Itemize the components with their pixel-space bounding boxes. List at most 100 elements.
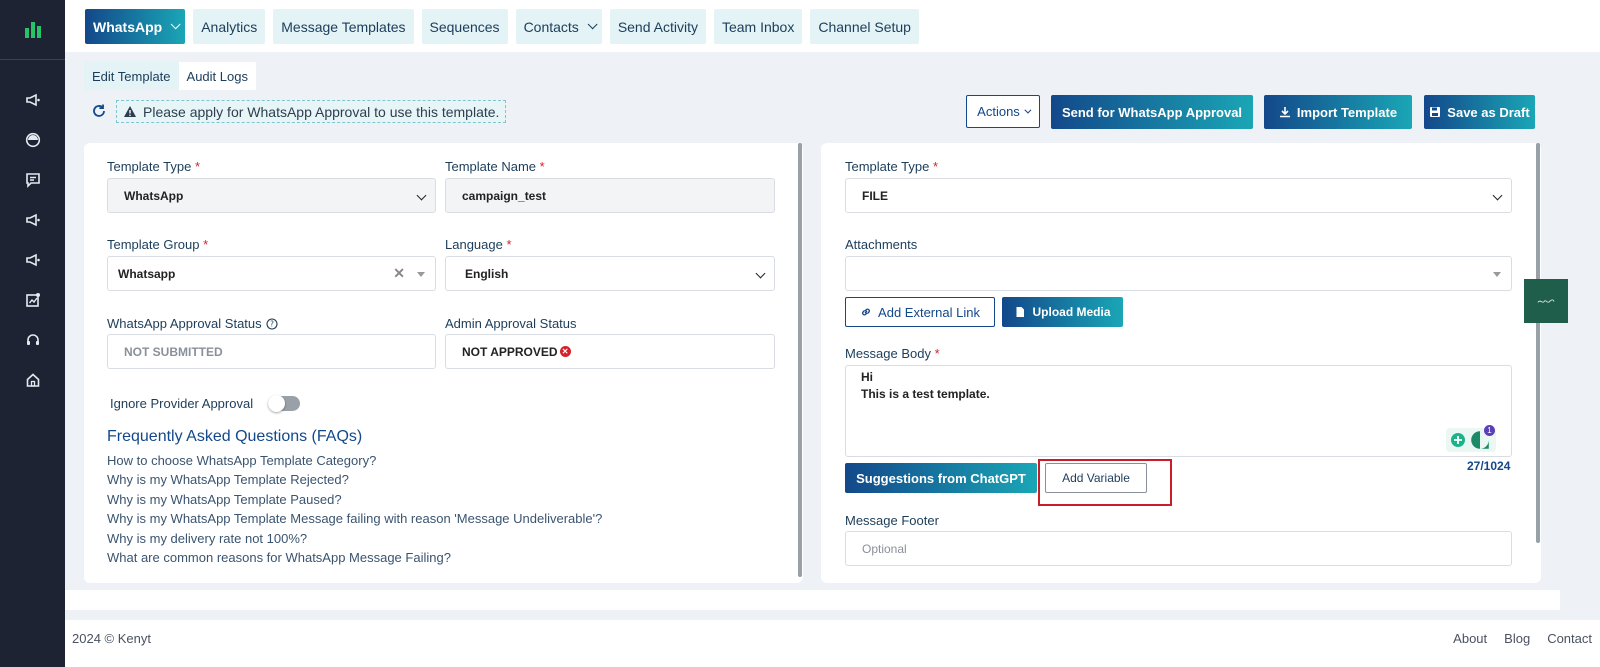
chatgpt-suggestions-button[interactable]: Suggestions from ChatGPT [845, 463, 1037, 493]
template-name-value: campaign_test [462, 188, 547, 203]
grammar-assistant[interactable]: 1 [1446, 425, 1496, 452]
grammar-badge: 1 [1484, 425, 1495, 436]
tab-send-activity[interactable]: Send Activity [609, 9, 706, 44]
template-type-select[interactable]: WhatsApp [107, 178, 436, 213]
chevron-down-icon [755, 268, 766, 279]
admin-approval-status-field: NOT APPROVED ✕ [445, 334, 775, 369]
message-footer-label: Message Footer [845, 513, 939, 528]
bulb-icon[interactable] [1450, 432, 1466, 448]
alert-text: Please apply for WhatsApp Approval to us… [143, 103, 500, 120]
bar-chart-logo-icon[interactable] [22, 18, 44, 40]
home-icon [26, 373, 39, 387]
template-name-input[interactable]: campaign_test [445, 178, 775, 213]
language-value: English [465, 266, 509, 281]
message-footer-input[interactable]: Optional [845, 531, 1512, 566]
file-icon [1016, 307, 1025, 317]
faq-link[interactable]: How to choose WhatsApp Template Category… [107, 453, 376, 468]
faq-link[interactable]: Why is my delivery rate not 100%? [107, 531, 307, 546]
sidebar-item-campaigns[interactable] [0, 80, 65, 120]
help-icon[interactable]: ? [266, 317, 278, 330]
sidebar-item-announcements[interactable] [0, 240, 65, 280]
language-label: Language * [445, 237, 512, 252]
faq-link[interactable]: Why is my WhatsApp Template Message fail… [107, 511, 602, 526]
sidebar-item-chat[interactable] [0, 160, 65, 200]
faq-link[interactable]: Why is my WhatsApp Template Paused? [107, 492, 342, 507]
message-body-line: This is a test template. [861, 387, 990, 401]
footer-link-blog[interactable]: Blog [1504, 631, 1530, 646]
tab-channel-setup[interactable]: Channel Setup [810, 9, 919, 44]
report-icon [25, 293, 40, 307]
tab-label: WhatsApp [93, 18, 163, 35]
top-tabs: WhatsApp Analytics Message Templates Sequen… [85, 9, 919, 44]
approval-alert: Please apply for WhatsApp Approval to us… [116, 100, 507, 123]
message-footer-placeholder: Optional [862, 541, 907, 556]
tab-contacts[interactable]: Contacts [515, 9, 602, 44]
template-group-select[interactable]: Whatsapp ✕ [107, 256, 436, 291]
megaphone-icon [25, 213, 40, 227]
sidebar [0, 0, 65, 667]
sub-tabs: Edit Template Audit Logs [84, 62, 256, 90]
add-variable-button[interactable]: Add Variable [1045, 463, 1147, 493]
import-template-button[interactable]: Import Template [1264, 95, 1412, 129]
sidebar-item-reports[interactable] [0, 280, 65, 320]
refresh-icon[interactable] [90, 102, 108, 120]
tab-sequences[interactable]: Sequences [421, 9, 508, 44]
right-template-type-select[interactable]: FILE [845, 178, 1512, 213]
message-body-line: Hi [861, 370, 873, 384]
language-select[interactable]: English [445, 256, 775, 291]
upload-media-label: Upload Media [1032, 305, 1111, 319]
faq-link[interactable]: What are common reasons for WhatsApp Mes… [107, 550, 451, 565]
message-body-textarea[interactable]: Hi This is a test template. [845, 365, 1512, 457]
footer-links: About Blog Contact [1453, 631, 1592, 646]
footer: 2024 © Kenyt About Blog Contact [65, 620, 1600, 667]
actions-button[interactable]: Actions [966, 95, 1040, 128]
character-counter: 27/1024 [1467, 459, 1511, 473]
tab-message-templates[interactable]: Message Templates [273, 9, 414, 44]
upload-media-button[interactable]: Upload Media [1002, 297, 1123, 327]
warning-icon [124, 105, 136, 117]
template-group-label: Template Group * [107, 237, 209, 252]
template-type-value: WhatsApp [124, 188, 184, 203]
sidebar-item-support[interactable] [0, 320, 65, 360]
clear-icon[interactable]: ✕ [393, 265, 405, 282]
megaphone-icon [25, 253, 40, 267]
right-panel-scrollbar[interactable] [1536, 143, 1540, 543]
tab-label: Channel Setup [818, 18, 911, 35]
admin-approval-status-label: Admin Approval Status [445, 316, 577, 331]
ignore-provider-label: Ignore Provider Approval [110, 396, 254, 411]
tab-label: Message Templates [281, 18, 406, 35]
rejected-icon: ✕ [559, 346, 571, 357]
actions-label: Actions [977, 104, 1020, 119]
template-type-label: Template Type * [107, 159, 200, 174]
footer-link-about[interactable]: About [1453, 631, 1487, 646]
tab-team-inbox[interactable]: Team Inbox [713, 9, 803, 44]
sidebar-divider [0, 59, 65, 60]
tab-analytics[interactable]: Analytics [193, 9, 266, 44]
footer-link-contact[interactable]: Contact [1547, 631, 1592, 646]
sidebar-item-dashboard[interactable] [0, 120, 65, 160]
message-body-label: Message Body * [845, 346, 940, 361]
wa-approval-status-label: WhatsApp Approval Status ? [107, 316, 278, 331]
tab-label: Send Activity [617, 18, 698, 35]
chevron-down-icon [416, 190, 427, 201]
sidebar-item-broadcast[interactable] [0, 200, 65, 240]
ignore-provider-toggle[interactable] [268, 395, 300, 412]
footer-band [65, 590, 1560, 610]
attachments-select[interactable] [845, 256, 1512, 291]
faq-link[interactable]: Why is my WhatsApp Template Rejected? [107, 472, 349, 487]
sign-logo-icon [1537, 298, 1555, 303]
tab-whatsapp[interactable]: WhatsApp [85, 9, 186, 44]
tab-label: Contacts [523, 18, 579, 35]
chevron-down-icon [587, 19, 598, 30]
tab-audit-logs[interactable]: Audit Logs [178, 62, 256, 90]
save-as-draft-button[interactable]: Save as Draft [1424, 95, 1535, 129]
floating-widget-logo[interactable] [1524, 279, 1568, 323]
dropdown-arrow-icon [417, 272, 425, 277]
right-template-type-label: Template Type * [845, 159, 938, 174]
add-external-link-button[interactable]: Add External Link [845, 297, 995, 327]
import-template-label: Import Template [1296, 104, 1398, 120]
left-panel-scrollbar[interactable] [798, 143, 802, 577]
send-for-approval-button[interactable]: Send for WhatsApp Approval [1051, 95, 1253, 129]
tab-edit-template[interactable]: Edit Template [84, 62, 179, 90]
sidebar-item-home[interactable] [0, 360, 65, 400]
